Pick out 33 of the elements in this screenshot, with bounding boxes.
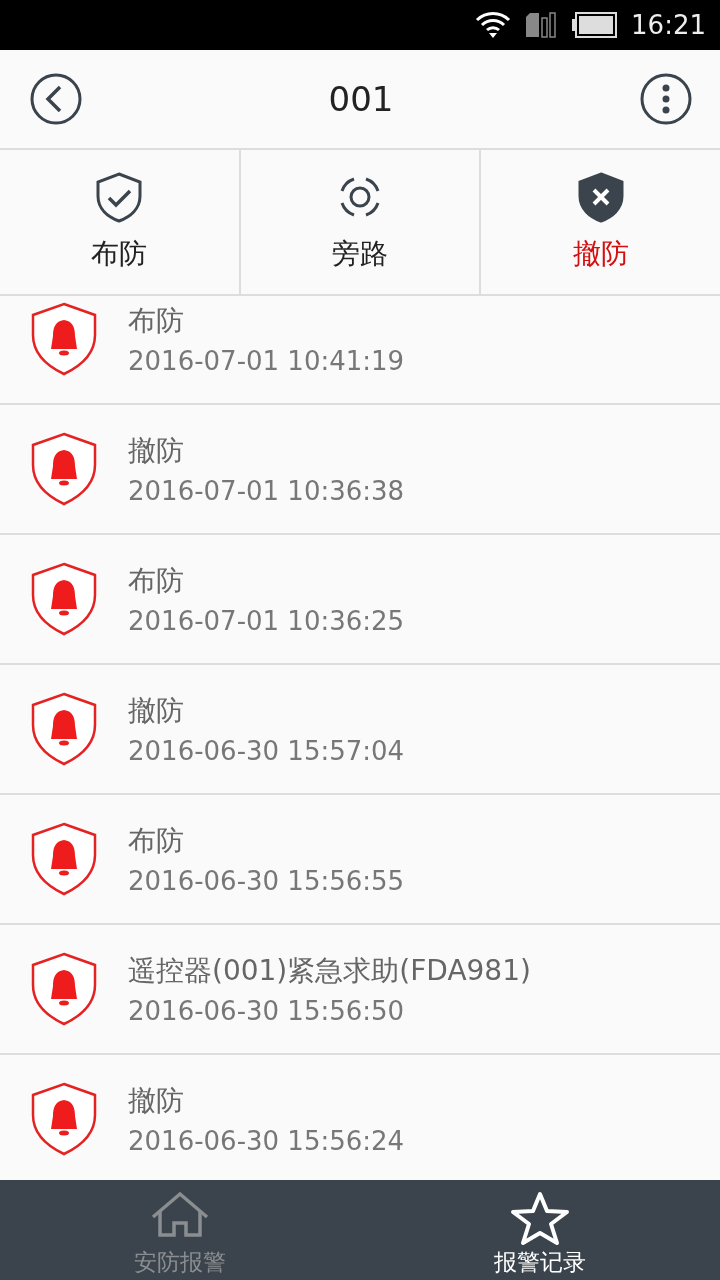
alarm-bell-icon — [31, 562, 97, 636]
mode-button[interactable]: 布防 — [0, 150, 241, 294]
alarm-bell-icon — [31, 432, 97, 506]
event-text: 撤防 — [128, 1083, 185, 1119]
event-time: 2016-06-30 15:56:55 — [128, 866, 405, 896]
alarm-bell-icon — [31, 822, 97, 896]
event-text: 布防 — [128, 823, 185, 859]
page-title: 001 — [328, 79, 394, 119]
wifi-icon — [475, 11, 512, 39]
event-time: 2016-07-01 10:41:19 — [128, 346, 405, 376]
event-time: 2016-06-30 15:57:04 — [128, 736, 405, 766]
event-time: 2016-07-01 10:36:25 — [128, 606, 405, 636]
signal-icon — [525, 12, 558, 38]
event-text: 布防 — [128, 563, 185, 599]
more-icon[interactable] — [640, 73, 692, 125]
nav-tab[interactable]: 报警记录 — [360, 1180, 720, 1280]
status-time: 16:21 — [631, 10, 706, 40]
event-time: 2016-06-30 15:56:50 — [128, 996, 406, 1026]
event-time: 2016-06-30 15:56:24 — [128, 1126, 405, 1156]
alarm-bell-icon — [31, 1082, 97, 1156]
mode-button[interactable]: 旁路 — [240, 150, 482, 294]
back-icon[interactable] — [30, 73, 82, 125]
alarm-bell-icon — [31, 302, 97, 376]
event-text: 布防 — [128, 303, 185, 339]
event-text: 撤防 — [128, 693, 185, 729]
event-time: 2016-07-01 10:36:38 — [128, 476, 405, 506]
star-icon — [510, 1191, 570, 1247]
event-text: 遥控器(001)紧急求助(FDA981) — [128, 953, 531, 989]
mode-button[interactable]: 撤防 — [481, 150, 720, 294]
event-text: 撤防 — [128, 433, 185, 469]
battery-icon — [571, 12, 618, 38]
alarm-bell-icon — [31, 952, 97, 1026]
alarm-bell-icon — [31, 692, 97, 766]
